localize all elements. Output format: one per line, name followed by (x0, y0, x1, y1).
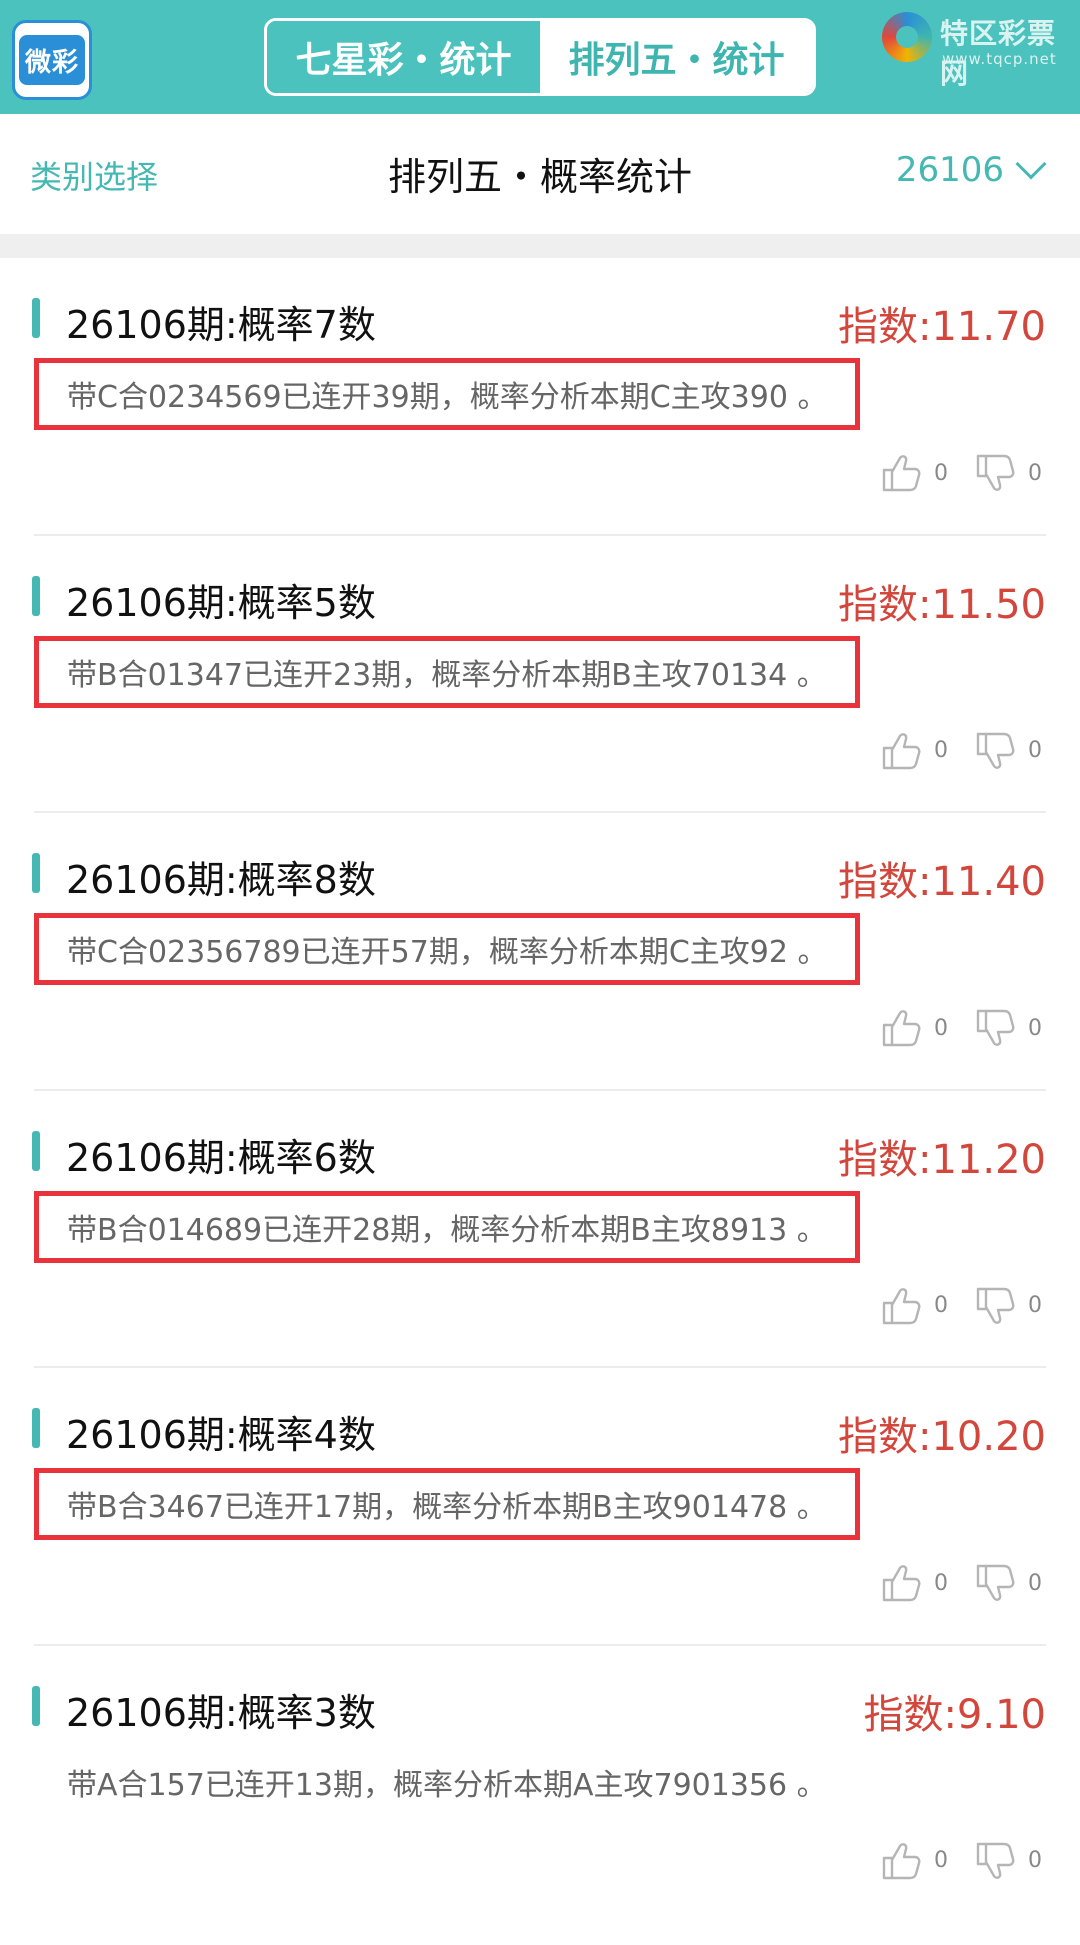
card-description: 带B合3467已连开17期，概率分析本期B主攻901478 。 (34, 1468, 860, 1540)
stats-card: 26106期:概率3数 指数:9.10 带A合157已连开13期，概率分析本期A… (32, 1646, 1046, 1924)
thumbs-up-icon (882, 1287, 921, 1324)
card-accent-bar (32, 1130, 40, 1171)
tab-pailiewu-stats[interactable]: 排列五・统计 (540, 21, 813, 93)
like-count: 0 (934, 1015, 948, 1041)
brand-url: www.tqcp.net (942, 50, 1057, 68)
section-divider (0, 234, 1080, 258)
dislike-count: 0 (1028, 1015, 1042, 1041)
like-count: 0 (934, 1848, 948, 1873)
like-button[interactable]: 0 (878, 1838, 948, 1884)
card-index-value: 指数:10.20 (838, 1414, 1046, 1460)
card-title: 26106期:概率7数 (66, 303, 376, 347)
vote-bar: 0 0 (854, 1283, 1042, 1329)
thumbs-up-icon (882, 1842, 921, 1879)
vote-bar: 0 0 (854, 728, 1042, 774)
card-title: 26106期:概率3数 (66, 1690, 376, 1735)
dislike-button[interactable]: 0 (972, 728, 1042, 774)
dislike-count: 0 (1028, 460, 1042, 486)
vote-bar: 0 0 (854, 1005, 1042, 1051)
card-index-value: 指数:11.20 (838, 1136, 1046, 1183)
dislike-count: 0 (1028, 1848, 1042, 1873)
like-button[interactable]: 0 (878, 1560, 948, 1606)
like-button[interactable]: 0 (878, 728, 948, 774)
dislike-count: 0 (1028, 738, 1042, 763)
thumbs-down-icon (976, 732, 1015, 769)
app-logo[interactable]: 微彩 (12, 20, 92, 100)
issue-select-dropdown[interactable]: 26106 (895, 148, 1047, 190)
card-index-value: 指数:11.50 (838, 581, 1046, 628)
card-title: 26106期:概率4数 (66, 1413, 376, 1457)
card-description: 带B合01347已连开23期，概率分析本期B主攻70134 。 (34, 635, 860, 708)
thumbs-up-icon (882, 1565, 921, 1602)
chevron-down-icon (1015, 148, 1047, 180)
sub-header: 类别选择 排列五・概率统计 26106 (0, 114, 1080, 234)
card-accent-bar (32, 1685, 40, 1726)
dislike-count: 0 (1028, 1293, 1042, 1318)
card-index-value: 指数:11.40 (838, 859, 1046, 905)
lottery-type-tabs: 七星彩・统计 排列五・统计 (264, 18, 816, 96)
issue-number: 26106 (895, 150, 1004, 190)
card-accent-bar (32, 298, 40, 338)
card-title: 26106期:概率8数 (66, 858, 376, 902)
brand-logo-icon (882, 12, 932, 62)
thumbs-up-icon (882, 455, 921, 492)
stats-card: 26106期:概率4数 指数:10.20 带B合3467已连开17期，概率分析本… (32, 1368, 1046, 1646)
like-button[interactable]: 0 (878, 1005, 948, 1051)
brand-watermark: 特区彩票网 www.tqcp.net (878, 8, 1074, 90)
card-index-value: 指数:11.70 (838, 304, 1046, 350)
dislike-button[interactable]: 0 (972, 1838, 1042, 1884)
stats-card-list: 26106期:概率7数 指数:11.70 带C合0234569已连开39期，概率… (0, 258, 1080, 1923)
stats-card: 26106期:概率5数 指数:11.50 带B合01347已连开23期，概率分析… (32, 536, 1046, 813)
card-accent-bar (32, 575, 40, 616)
thumbs-down-icon (976, 1009, 1015, 1046)
thumbs-down-icon (976, 454, 1015, 491)
dislike-count: 0 (1028, 1570, 1042, 1596)
dislike-button[interactable]: 0 (972, 1283, 1042, 1329)
dislike-button[interactable]: 0 (972, 450, 1042, 496)
vote-bar: 0 0 (854, 1560, 1042, 1606)
like-button[interactable]: 0 (878, 450, 948, 496)
stats-card: 26106期:概率6数 指数:11.20 带B合014689已连开28期，概率分… (32, 1091, 1046, 1368)
thumbs-up-icon (882, 732, 921, 769)
like-count: 0 (934, 460, 948, 486)
like-count: 0 (934, 1293, 948, 1318)
vote-bar: 0 0 (854, 450, 1042, 496)
top-header-bar: 微彩 七星彩・统计 排列五・统计 特区彩票网 www.tqcp.net (0, 0, 1080, 114)
stats-card: 26106期:概率7数 指数:11.70 带C合0234569已连开39期，概率… (32, 258, 1046, 536)
app-logo-text: 微彩 (19, 35, 85, 85)
card-accent-bar (32, 1408, 40, 1448)
card-description: 带B合014689已连开28期，概率分析本期B主攻8913 。 (34, 1190, 860, 1263)
like-count: 0 (934, 738, 948, 763)
card-title: 26106期:概率5数 (66, 580, 376, 625)
vote-bar: 0 0 (854, 1838, 1042, 1884)
thumbs-down-icon (976, 1842, 1015, 1879)
card-description: 带C合0234569已连开39期，概率分析本期C主攻390 。 (34, 358, 861, 430)
like-count: 0 (934, 1570, 948, 1596)
card-title: 26106期:概率6数 (66, 1135, 376, 1180)
thumbs-up-icon (882, 1010, 921, 1047)
card-accent-bar (32, 853, 40, 893)
thumbs-down-icon (976, 1287, 1015, 1324)
tab-qixingcai-stats[interactable]: 七星彩・统计 (267, 21, 540, 93)
card-description: 带A合157已连开13期，概率分析本期A主攻7901356 。 (67, 1767, 827, 1803)
stats-card: 26106期:概率8数 指数:11.40 带C合02356789已连开57期，概… (32, 813, 1046, 1091)
card-index-value: 指数:9.10 (863, 1691, 1046, 1738)
dislike-button[interactable]: 0 (972, 1005, 1042, 1051)
card-description: 带C合02356789已连开57期，概率分析本期C主攻92 。 (34, 913, 861, 985)
dislike-button[interactable]: 0 (972, 1560, 1042, 1606)
like-button[interactable]: 0 (878, 1283, 948, 1329)
thumbs-down-icon (976, 1564, 1015, 1601)
